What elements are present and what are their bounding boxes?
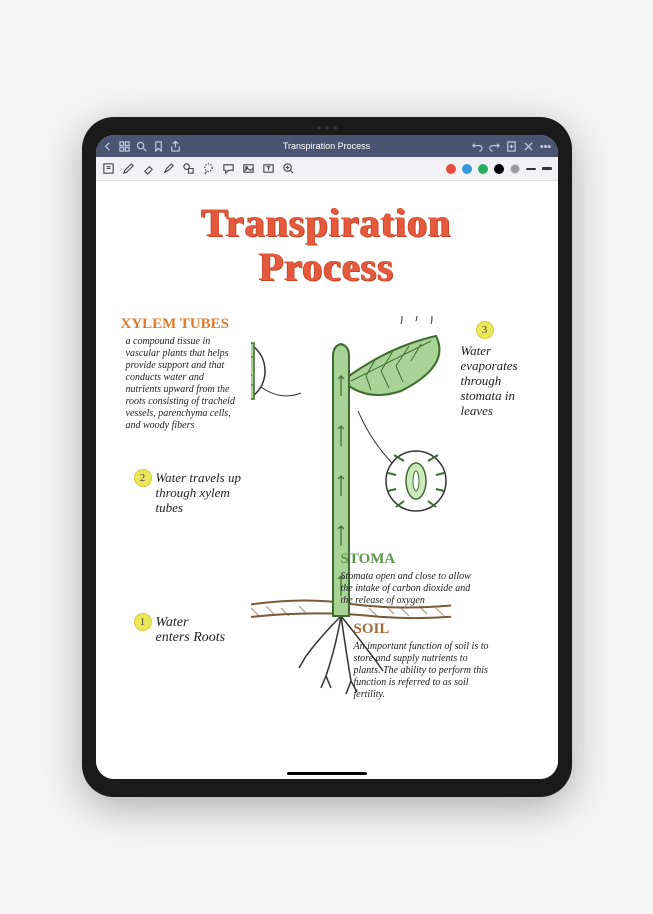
color-swatch-black[interactable] xyxy=(494,164,504,174)
step-2-text: Water travels up through xylem tubes xyxy=(156,471,256,516)
heading-xylem: XYLEM TUBES xyxy=(121,316,230,333)
step-2-badge: 2 xyxy=(134,469,152,487)
ipad-device-frame: Transpiration Process xyxy=(82,117,572,797)
note-canvas[interactable]: Transpiration Process xyxy=(96,181,558,779)
lasso-icon[interactable] xyxy=(202,162,216,176)
step-1-text: Water enters Roots xyxy=(156,615,226,646)
desc-soil: An important function of soil is to stor… xyxy=(354,641,494,701)
share-icon[interactable] xyxy=(170,140,182,152)
back-icon[interactable] xyxy=(102,140,114,152)
add-page-icon[interactable] xyxy=(506,140,518,152)
stroke-thick[interactable] xyxy=(542,167,552,171)
note-title-line2: Process xyxy=(259,243,394,290)
heading-soil: SOIL xyxy=(354,621,390,638)
step-3-text: Water evaporates through stomata in leav… xyxy=(461,344,541,419)
home-indicator[interactable] xyxy=(287,772,367,775)
camera-bar xyxy=(297,125,357,131)
color-swatch-gray[interactable] xyxy=(510,164,520,174)
close-icon[interactable] xyxy=(523,140,535,152)
step-3-badge: 3 xyxy=(476,321,494,339)
read-mode-icon[interactable] xyxy=(102,162,116,176)
drawing-toolbar xyxy=(96,157,558,181)
document-title[interactable]: Transpiration Process xyxy=(187,141,467,151)
color-swatch-blue[interactable] xyxy=(462,164,472,174)
more-icon[interactable] xyxy=(540,140,552,152)
bookmark-icon[interactable] xyxy=(153,140,165,152)
highlighter-icon[interactable] xyxy=(162,162,176,176)
heading-stoma: STOMA xyxy=(341,551,396,568)
step-1-badge: 1 xyxy=(134,613,152,631)
undo-icon[interactable] xyxy=(472,140,484,152)
color-swatch-green[interactable] xyxy=(478,164,488,174)
text-icon[interactable] xyxy=(262,162,276,176)
color-swatch-red[interactable] xyxy=(446,164,456,174)
desc-stoma: Stomata open and close to allow the inta… xyxy=(341,571,476,607)
desc-xylem: a compound tissue in vascular plants tha… xyxy=(126,336,236,432)
shapes-icon[interactable] xyxy=(182,162,196,176)
app-top-toolbar: Transpiration Process xyxy=(96,135,558,157)
pen-icon[interactable] xyxy=(122,162,136,176)
redo-icon[interactable] xyxy=(489,140,501,152)
image-icon[interactable] xyxy=(242,162,256,176)
zoom-icon[interactable] xyxy=(282,162,296,176)
eraser-icon[interactable] xyxy=(142,162,156,176)
grid-icon[interactable] xyxy=(119,140,131,152)
screen: Transpiration Process xyxy=(96,135,558,779)
comment-bubble-icon[interactable] xyxy=(222,162,236,176)
note-title-line1: Transpiration xyxy=(201,199,451,246)
search-icon[interactable] xyxy=(136,140,148,152)
stroke-thin[interactable] xyxy=(526,168,536,170)
